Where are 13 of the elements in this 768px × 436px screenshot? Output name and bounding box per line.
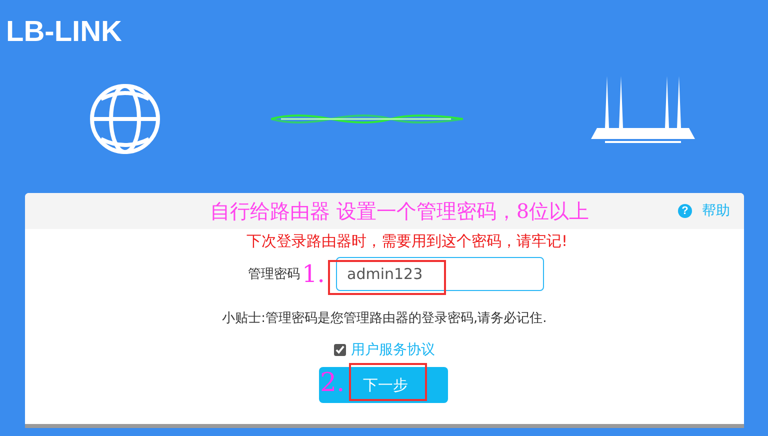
tip-text: 小贴士:管理密码是您管理路由器的登录密码,请务必记住. [221, 310, 548, 327]
password-label: 管理密码 [248, 266, 300, 283]
annotation-text: 自行给路由器 设置一个管理密码，8位以上 [210, 198, 590, 225]
agreement-link[interactable]: 用户服务协议 [351, 341, 435, 359]
agreement-checkbox[interactable] [334, 344, 346, 356]
help-link[interactable]: 帮助 [702, 202, 730, 220]
step-marker: 1. [302, 260, 326, 288]
warning-note: 下次登录路由器时，需要用到这个密码，请牢记! [245, 232, 568, 251]
brand-logo: LB-LINK [6, 16, 122, 49]
globe-icon [89, 83, 161, 155]
help-icon[interactable]: ? [678, 204, 692, 218]
step-marker: 2. [320, 368, 345, 398]
password-field[interactable]: admin123 [336, 257, 544, 291]
